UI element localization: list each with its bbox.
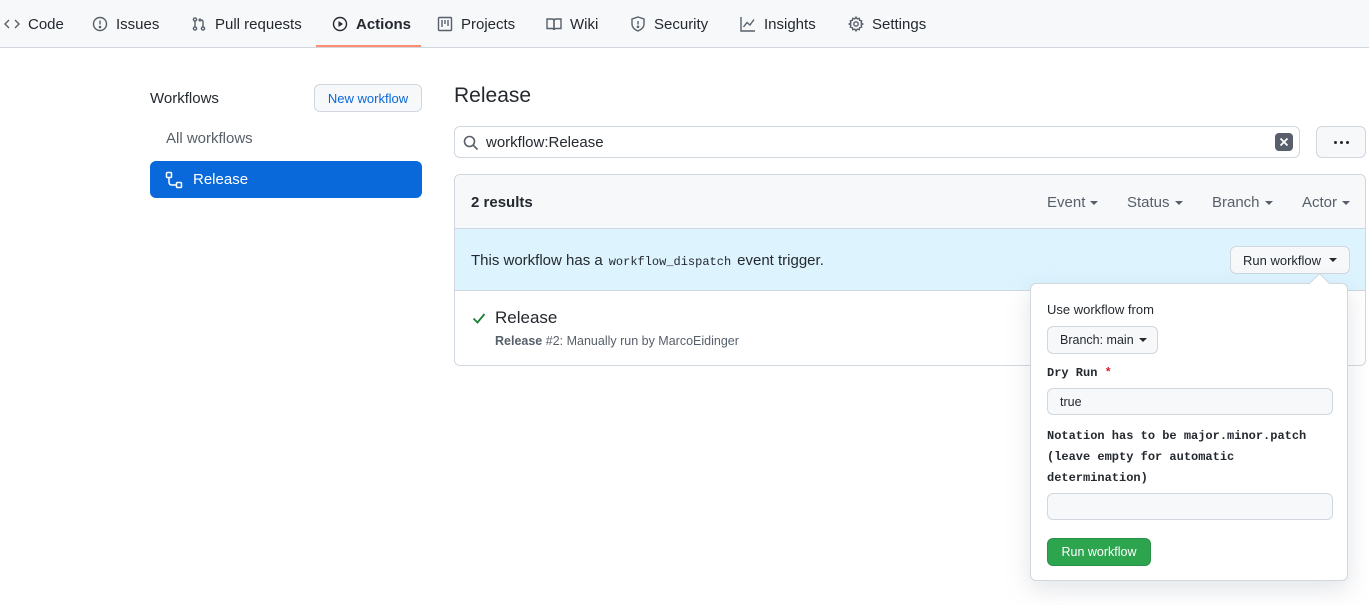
event-filter-label: Event [1047,194,1086,211]
page-title: Release [454,84,532,107]
chevron-down-icon [1342,200,1351,205]
dispatch-text: This workflow has a workflow_dispatch even… [471,252,824,269]
run-meta-detail: #2: Manually run by MarcoEidinger [545,334,739,348]
tab-actions[interactable]: Actions [332,0,411,48]
chevron-down-icon [1264,200,1273,205]
clear-search-button[interactable] [1275,133,1293,151]
tab-settings-label: Settings [872,15,927,33]
tab-issues[interactable]: Issues [92,0,159,48]
notation-label-line1: Notation has to be major.minor.patch [1047,429,1307,443]
branch-filter[interactable]: Branch [1212,194,1273,211]
dry-run-label-text: Dry Run [1047,366,1098,380]
status-filter[interactable]: Status [1127,194,1183,211]
project-icon [437,16,453,32]
tab-code-label: Code [28,15,64,33]
actor-filter[interactable]: Actor [1302,194,1351,211]
tab-security[interactable]: Security [630,0,708,48]
run-workflow-dropdown-label: Run workflow [1242,252,1322,268]
issue-icon [92,16,108,32]
pull-request-icon [192,17,206,31]
event-filter[interactable]: Event [1047,194,1099,211]
search-box [454,126,1300,158]
tab-actions-label: Actions [356,15,412,33]
sidebar-item-release[interactable]: Release [150,161,422,198]
branch-select-label: Branch: main [1060,333,1134,347]
notation-label: Notation has to be major.minor.patch (le… [1047,426,1306,489]
dispatch-banner: This workflow has a workflow_dispatch even… [455,229,1365,291]
tab-security-label: Security [654,15,709,33]
branch-filter-label: Branch [1212,194,1260,211]
status-filter-label: Status [1127,194,1170,211]
search-input[interactable] [486,131,1266,153]
dry-run-input[interactable] [1047,388,1333,415]
chevron-down-icon [1174,200,1183,205]
check-icon [472,313,486,324]
sidebar-title: Workflows [150,90,219,107]
dispatch-text-after: event trigger. [737,252,824,269]
tab-projects[interactable]: Projects [437,0,515,48]
dispatch-code: workflow_dispatch [608,255,732,269]
chevron-down-icon [1090,200,1099,205]
version-input[interactable] [1047,493,1333,520]
tab-code[interactable]: Code [4,0,64,48]
graph-icon [740,17,755,32]
run-workflow-submit-button[interactable]: Run workflow [1047,538,1151,566]
required-mark: * [1104,366,1112,380]
more-options-button[interactable] [1316,126,1366,158]
notation-label-line3: determination) [1047,471,1148,485]
repo-nav: Code Issues Pull requests Actions Projec… [0,0,1369,48]
tab-settings[interactable]: Settings [848,0,926,48]
branch-select-button[interactable]: Branch: main [1047,326,1158,354]
tab-pull-requests[interactable]: Pull requests [191,0,302,48]
play-icon [332,16,348,32]
code-icon [4,19,20,29]
run-workflow-dropdown-button[interactable]: Run workflow [1230,246,1350,274]
close-icon [1279,137,1289,147]
sidebar-item-release-label: Release [193,171,249,188]
notation-label-line2: (leave empty for automatic [1047,450,1235,464]
kebab-dot-icon [1345,140,1349,144]
dry-run-label: Dry Run * [1047,363,1112,384]
tab-wiki[interactable]: Wiki [546,0,598,48]
dispatch-text-before: This workflow has a [471,252,603,269]
tab-issues-label: Issues [116,15,160,33]
selected-tab-underline [316,45,421,47]
book-icon [546,18,562,31]
kebab-dot-icon [1339,140,1343,144]
chevron-down-icon [1329,258,1338,262]
kebab-dot-icon [1333,140,1337,144]
tab-pull-requests-label: Pull requests [215,15,302,33]
actor-filter-label: Actor [1302,194,1338,211]
results-header: 2 results Event Status Branch Actor [455,175,1365,229]
workflow-icon [165,171,183,188]
results-count: 2 results [471,194,533,211]
run-title[interactable]: Release [495,308,557,328]
new-workflow-button[interactable]: New workflow [314,84,422,112]
tab-wiki-label: Wiki [570,15,599,33]
tab-insights[interactable]: Insights [740,0,816,48]
run-meta: Release #2: Manually run by MarcoEidinge… [495,334,739,348]
tab-insights-label: Insights [764,15,816,33]
run-meta-workflow: Release [495,334,543,348]
shield-icon [631,16,645,32]
sidebar-item-all-workflows[interactable]: All workflows [166,130,253,147]
run-workflow-popover: Use workflow from Branch: main Dry Run *… [1030,283,1348,581]
gear-icon [848,16,864,32]
chevron-down-icon [1138,338,1147,342]
tab-projects-label: Projects [461,15,516,33]
search-icon [463,135,479,151]
popover-heading: Use workflow from [1047,302,1154,317]
